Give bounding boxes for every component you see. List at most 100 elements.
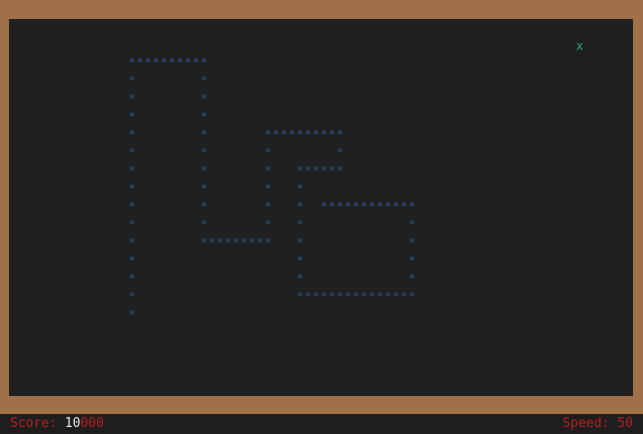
snake-segment: *	[368, 200, 376, 213]
snake-segment: *	[336, 146, 344, 159]
snake-segment: *	[352, 290, 360, 303]
snake-segment: *	[376, 200, 384, 213]
snake-segment: *	[296, 200, 304, 213]
snake-segment: *	[344, 290, 352, 303]
snake-segment: *	[392, 200, 400, 213]
snake-segment: *	[264, 164, 272, 177]
snake-segment: *	[336, 290, 344, 303]
score-value-highlight: 10	[64, 416, 81, 431]
snake-segment: *	[200, 218, 208, 231]
speed-display: Speed: 50	[562, 416, 633, 431]
snake-segment: *	[200, 110, 208, 123]
snake-segment: *	[160, 56, 168, 69]
snake-segment: *	[128, 236, 136, 249]
snake-segment: *	[200, 164, 208, 177]
snake-segment: *	[400, 200, 408, 213]
snake-segment: *	[272, 128, 280, 141]
snake-segment: *	[384, 290, 392, 303]
snake-segment: *	[128, 128, 136, 141]
snake-segment: *	[232, 236, 240, 249]
snake-segment: *	[128, 290, 136, 303]
snake-segment: *	[312, 128, 320, 141]
snake-segment: *	[288, 128, 296, 141]
snake-segment: *	[408, 236, 416, 249]
snake-segment: *	[264, 236, 272, 249]
snake-segment: *	[128, 110, 136, 123]
snake-segment: *	[200, 128, 208, 141]
snake-segment: *	[360, 200, 368, 213]
snake-segment: *	[128, 200, 136, 213]
food-item: x	[576, 39, 584, 53]
snake-segment: *	[128, 74, 136, 87]
snake-segment: *	[184, 56, 192, 69]
snake-segment: *	[152, 56, 160, 69]
snake-segment: *	[128, 308, 136, 321]
snake-segment: *	[200, 146, 208, 159]
snake-segment: *	[200, 92, 208, 105]
snake-segment: *	[392, 290, 400, 303]
snake-segment: *	[168, 56, 176, 69]
snake-segment: *	[368, 290, 376, 303]
snake-segment: *	[136, 56, 144, 69]
snake-segment: *	[336, 200, 344, 213]
snake-segment: *	[128, 254, 136, 267]
snake-segment: *	[304, 128, 312, 141]
snake-segment: *	[296, 164, 304, 177]
snake-segment: *	[312, 290, 320, 303]
snake-segment: *	[320, 128, 328, 141]
snake-segment: *	[264, 182, 272, 195]
snake-segment: *	[296, 290, 304, 303]
snake-segment: *	[128, 164, 136, 177]
snake-segment: *	[296, 182, 304, 195]
score-value-rest: 000	[80, 416, 104, 431]
snake-segment: *	[200, 236, 208, 249]
snake-segment: *	[200, 182, 208, 195]
snake-segment: *	[336, 128, 344, 141]
snake-segment: *	[128, 218, 136, 231]
snake-segment: *	[296, 236, 304, 249]
snake-segment: *	[328, 128, 336, 141]
snake-segment: *	[248, 236, 256, 249]
snake-segment: *	[176, 56, 184, 69]
snake-segment: *	[328, 200, 336, 213]
snake-segment: *	[240, 236, 248, 249]
snake-segment: *	[256, 236, 264, 249]
score-display: Score: 10000	[10, 414, 104, 434]
snake-segment: *	[296, 218, 304, 231]
score-label: Score:	[10, 416, 65, 431]
snake-segment: *	[264, 200, 272, 213]
snake-segment: *	[376, 290, 384, 303]
snake-segment: *	[216, 236, 224, 249]
snake-segment: *	[408, 218, 416, 231]
status-bar: Score: 10000 Speed: 50	[0, 414, 643, 434]
snake-segment: *	[128, 272, 136, 285]
snake-segment: *	[296, 128, 304, 141]
game-board: x * * * * * * * * * * * * * * * * * * * * * * * * * * * * * * * * * * * * * *…	[9, 19, 633, 396]
snake-segment: *	[408, 290, 416, 303]
snake-segment: *	[320, 200, 328, 213]
snake-segment: *	[304, 290, 312, 303]
snake-segment: *	[320, 290, 328, 303]
snake-segment: *	[128, 146, 136, 159]
snake-segment: *	[192, 56, 200, 69]
snake-segment: *	[352, 200, 360, 213]
snake-segment: *	[328, 164, 336, 177]
snake-segment: *	[408, 254, 416, 267]
snake-segment: *	[224, 236, 232, 249]
snake-segment: *	[400, 290, 408, 303]
snake-segment: *	[360, 290, 368, 303]
snake-segment: *	[200, 56, 208, 69]
snake-segment: *	[128, 182, 136, 195]
snake-segment: *	[208, 236, 216, 249]
snake-segment: *	[280, 128, 288, 141]
snake-segment: *	[320, 164, 328, 177]
snake-segment: *	[144, 56, 152, 69]
snake-segment: *	[384, 200, 392, 213]
snake-segment: *	[344, 200, 352, 213]
snake-segment: *	[200, 74, 208, 87]
snake-segment: *	[408, 272, 416, 285]
snake-segment: *	[296, 272, 304, 285]
snake-segment: *	[264, 218, 272, 231]
snake-segment: *	[312, 164, 320, 177]
snake-segment: *	[336, 164, 344, 177]
